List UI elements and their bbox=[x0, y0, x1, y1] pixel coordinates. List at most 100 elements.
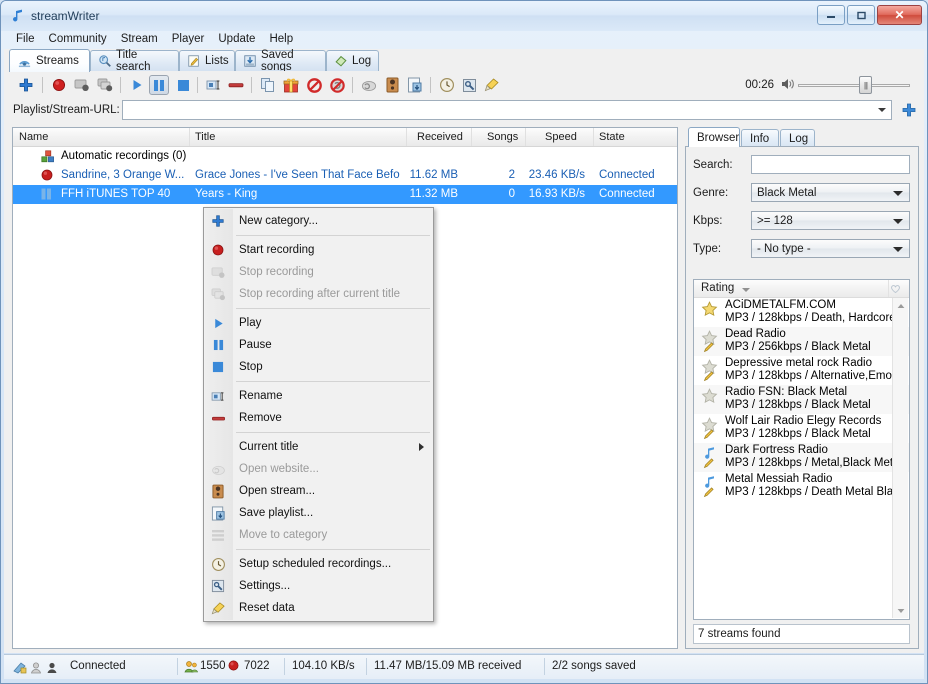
rename-icon[interactable] bbox=[204, 75, 224, 95]
list-item-details: MP3 / 128kbps / Black Metal bbox=[725, 428, 871, 440]
browser-list-scrollbar[interactable] bbox=[892, 298, 908, 618]
search-row: Search: bbox=[693, 155, 910, 176]
list-item[interactable]: Depressive metal rock Radio MP3 / 128kbp… bbox=[694, 356, 909, 385]
reset-data-icon[interactable] bbox=[482, 75, 502, 95]
pause-icon[interactable] bbox=[149, 75, 169, 95]
chevron-down-icon[interactable] bbox=[893, 191, 903, 196]
volume-slider[interactable] bbox=[798, 84, 910, 87]
menu-item-open-stream[interactable]: Open stream... bbox=[204, 480, 433, 502]
tab-title-search[interactable]: Title search bbox=[90, 49, 179, 73]
search-input[interactable] bbox=[751, 155, 910, 174]
url-label: Playlist/Stream-URL: bbox=[13, 104, 120, 116]
open-website-icon[interactable] bbox=[359, 75, 379, 95]
rating-column-header[interactable]: Rating bbox=[701, 282, 734, 294]
tab-lists[interactable]: Lists bbox=[179, 50, 235, 71]
type-select[interactable]: - No type - bbox=[751, 239, 910, 258]
pencil-icon bbox=[703, 370, 715, 385]
menu-item-play[interactable]: Play bbox=[204, 312, 433, 334]
menu-item-remove[interactable]: Remove bbox=[204, 407, 433, 429]
column-header-state[interactable]: State bbox=[599, 131, 625, 143]
menu-item-update[interactable]: Update bbox=[211, 31, 262, 47]
column-header-received[interactable]: Received bbox=[417, 131, 463, 143]
menu-item-pause[interactable]: Pause bbox=[204, 334, 433, 356]
menu-item-settings[interactable]: Settings... bbox=[204, 575, 433, 597]
add-icon[interactable] bbox=[16, 75, 36, 95]
stop-recording-icon[interactable] bbox=[72, 75, 92, 95]
column-header-songs[interactable]: Songs bbox=[487, 131, 518, 143]
browser-list-header: Rating bbox=[694, 280, 909, 298]
stop-after-title-icon[interactable] bbox=[95, 75, 115, 95]
minimize-button[interactable] bbox=[817, 5, 845, 25]
list-item[interactable]: Wolf Lair Radio Elegy Records MP3 / 128k… bbox=[694, 414, 909, 443]
menu-item-setup-scheduled-recordings[interactable]: Setup scheduled recordings... bbox=[204, 553, 433, 575]
menu-item-label: Play bbox=[239, 317, 262, 329]
reset-data-icon bbox=[209, 600, 227, 616]
table-row[interactable]: Automatic recordings (0) bbox=[13, 147, 677, 166]
maximize-button[interactable] bbox=[847, 5, 875, 25]
menu-item-stop-recording-after-title: Stop recording after current title bbox=[204, 283, 433, 305]
tab-log-side[interactable]: Log bbox=[780, 129, 815, 147]
menu-item-current-title[interactable]: Current title bbox=[204, 436, 433, 458]
menu-item-community[interactable]: Community bbox=[42, 31, 114, 47]
copy-icon[interactable] bbox=[258, 75, 278, 95]
heart-outline-icon[interactable] bbox=[890, 283, 901, 297]
browser-panel: Search: Genre: Black Metal Kbps: >= 128 bbox=[685, 146, 919, 649]
chevron-down-icon[interactable] bbox=[893, 219, 903, 224]
block-icon[interactable] bbox=[304, 75, 324, 95]
menu-item-label: Stop bbox=[239, 361, 263, 373]
speaker-icon[interactable] bbox=[781, 77, 796, 94]
remove-icon[interactable] bbox=[226, 75, 246, 95]
settings-icon[interactable] bbox=[459, 75, 479, 95]
kbps-select[interactable]: >= 128 bbox=[751, 211, 910, 230]
chevron-down-icon[interactable] bbox=[893, 247, 903, 252]
volume-slider-thumb[interactable]: ||| bbox=[859, 76, 872, 94]
list-item[interactable]: Radio FSN: Black Metal MP3 / 128kbps / B… bbox=[694, 385, 909, 414]
row-title: Grace Jones - I've Seen That Face Befo..… bbox=[195, 169, 400, 181]
menu-item-rename[interactable]: Rename bbox=[204, 385, 433, 407]
chevron-down-icon[interactable] bbox=[878, 108, 886, 112]
stop-icon[interactable] bbox=[173, 75, 193, 95]
menu-item-help[interactable]: Help bbox=[262, 31, 300, 47]
tab-log[interactable]: Log bbox=[326, 50, 379, 71]
gift-icon[interactable] bbox=[281, 75, 301, 95]
genre-select[interactable]: Black Metal bbox=[751, 183, 910, 202]
scroll-down-icon[interactable] bbox=[893, 603, 908, 618]
list-item[interactable]: Dead Radio MP3 / 256kbps / Black Metal bbox=[694, 327, 909, 356]
connection-icons bbox=[12, 660, 68, 678]
genre-row: Genre: Black Metal bbox=[693, 183, 910, 204]
menu-item-file[interactable]: File bbox=[9, 31, 42, 47]
menu-item-stream[interactable]: Stream bbox=[114, 31, 165, 47]
menu-item-player[interactable]: Player bbox=[165, 31, 212, 47]
tab-saved-songs[interactable]: Saved songs bbox=[235, 49, 326, 73]
column-header-name[interactable]: Name bbox=[19, 131, 48, 143]
scroll-up-icon[interactable] bbox=[893, 298, 908, 313]
tab-streams[interactable]: Streams bbox=[9, 49, 90, 72]
chevron-down-icon[interactable] bbox=[742, 288, 750, 292]
tab-browser[interactable]: Browser bbox=[688, 127, 740, 147]
list-item[interactable]: Metal Messiah Radio MP3 / 128kbps / Deat… bbox=[694, 472, 909, 501]
url-combobox[interactable] bbox=[122, 100, 892, 120]
menu-item-save-playlist[interactable]: Save playlist... bbox=[204, 502, 433, 524]
stream-context-menu[interactable]: New category... Start recording Stop rec… bbox=[203, 207, 434, 622]
browser-stream-list[interactable]: Rating ACiDMETALFM.COM MP3 / 128kbps / D… bbox=[693, 279, 910, 620]
menu-item-stop[interactable]: Stop bbox=[204, 356, 433, 378]
tab-info[interactable]: Info bbox=[741, 129, 779, 147]
save-playlist-icon[interactable] bbox=[405, 75, 425, 95]
list-item[interactable]: Dark Fortress Radio MP3 / 128kbps / Meta… bbox=[694, 443, 909, 472]
menu-item-new-category[interactable]: New category... bbox=[204, 210, 433, 232]
table-row[interactable]: Sandrine, 3 Orange W... Grace Jones - I'… bbox=[13, 166, 677, 185]
songs-saved: 2/2 songs saved bbox=[552, 660, 636, 672]
scheduled-recordings-icon[interactable] bbox=[437, 75, 457, 95]
column-header-speed[interactable]: Speed bbox=[545, 131, 577, 143]
list-item[interactable]: ACiDMETALFM.COM MP3 / 128kbps / Death, H… bbox=[694, 298, 909, 327]
menu-item-start-recording[interactable]: Start recording bbox=[204, 239, 433, 261]
record-icon[interactable] bbox=[49, 75, 69, 95]
open-stream-icon[interactable] bbox=[382, 75, 402, 95]
url-add-button[interactable] bbox=[901, 102, 917, 121]
play-icon[interactable] bbox=[127, 75, 147, 95]
table-row[interactable]: FFH iTUNES TOP 40 Years - King 11.32 MB … bbox=[13, 185, 677, 204]
close-button[interactable]: ✕ bbox=[877, 5, 922, 25]
menu-item-reset-data[interactable]: Reset data bbox=[204, 597, 433, 619]
column-header-title[interactable]: Title bbox=[195, 131, 215, 143]
no-recording-icon[interactable] bbox=[327, 75, 347, 95]
